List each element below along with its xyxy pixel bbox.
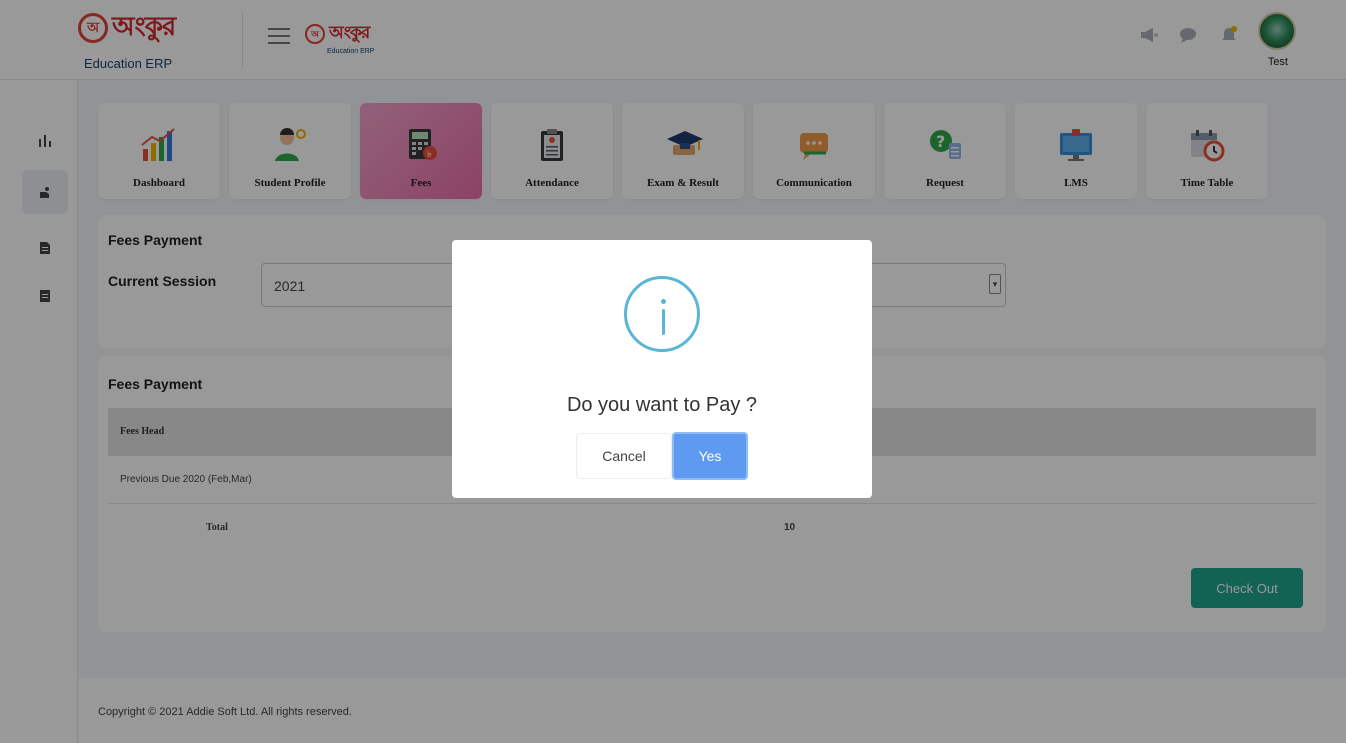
cancel-button[interactable]: Cancel: [576, 433, 672, 479]
confirm-dialog: Do you want to Pay ? Cancel Yes: [452, 240, 872, 498]
dialog-question: Do you want to Pay ?: [566, 394, 758, 416]
yes-button[interactable]: Yes: [672, 432, 748, 480]
info-icon: [624, 276, 700, 352]
